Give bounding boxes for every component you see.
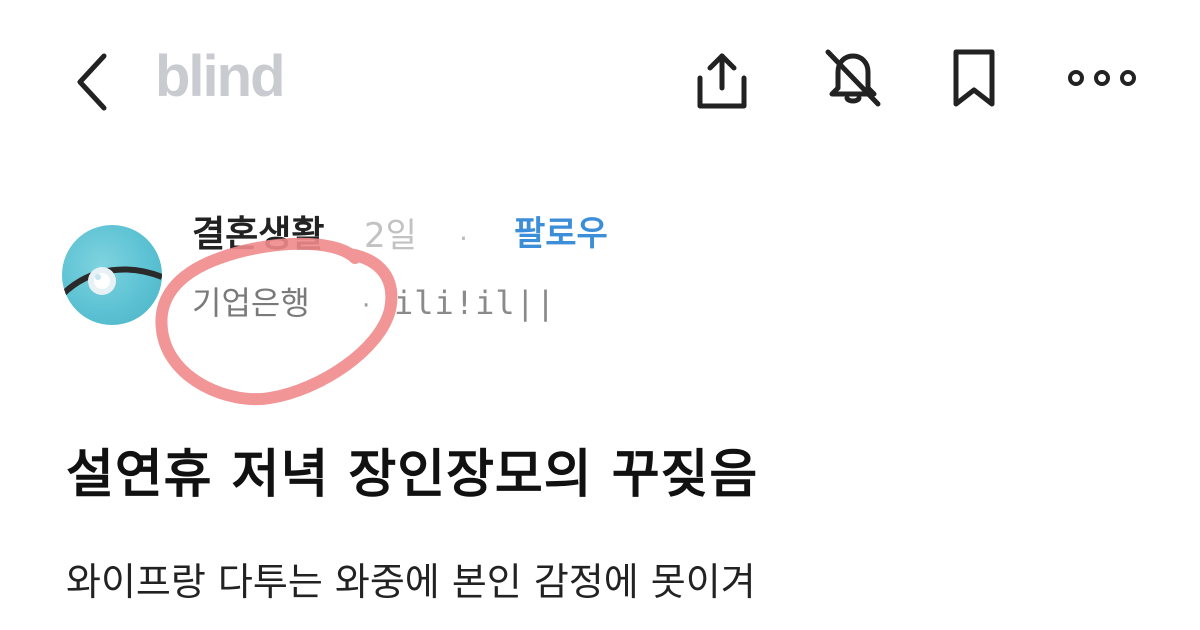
top-bar: blind [0,0,1200,160]
more-icon[interactable] [1066,66,1138,90]
back-chevron-icon[interactable] [72,50,112,114]
ring-image-icon [62,266,162,298]
post-body: 와이프랑 다투는 와중에 본인 감정에 못이겨 [66,560,756,604]
notification-off-icon[interactable] [820,44,886,110]
separator-dot: · [459,222,468,255]
share-icon[interactable] [690,48,754,114]
bookmark-icon[interactable] [950,46,998,110]
post-title: 설연휴 저녁 장인장모의 꾸짖음 [66,445,759,505]
avatar[interactable] [62,225,162,325]
author-grade: ili!il|| [394,284,557,322]
follow-button[interactable]: 팔로우 [514,217,608,251]
brand-logo[interactable]: blind [155,48,286,106]
highlight-annotation [155,237,398,406]
